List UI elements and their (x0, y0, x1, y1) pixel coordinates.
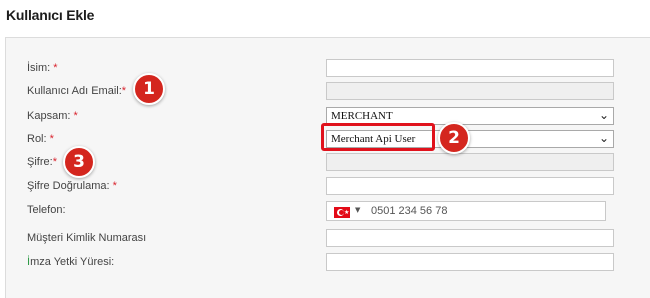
form-row-sifre: Şifre:* (6, 153, 650, 173)
musteri-label: Müşteri Kimlik Numarası (27, 232, 147, 244)
chevron-down-icon: ⌄ (598, 131, 609, 145)
telefon-placeholder: 0501 234 56 78 (371, 205, 448, 217)
musteri-input[interactable] (326, 229, 614, 247)
step-badge-1: 1 (133, 73, 165, 105)
sifre-dogrulama-label: Şifre Doğrulama: * (27, 180, 117, 192)
form-row-imza: İmza Yetki Yüresi: (6, 253, 650, 273)
kapsam-label: Kapsam: * (27, 110, 78, 122)
step-badge-3: 3 (63, 146, 95, 178)
imza-input[interactable] (326, 253, 614, 271)
page-title: Kullanıcı Ekle (6, 7, 95, 23)
isim-input[interactable] (326, 59, 614, 77)
sifre-input[interactable] (326, 153, 614, 171)
isim-label: İsim: * (27, 62, 58, 74)
email-input[interactable] (326, 82, 614, 100)
telefon-label: Telefon: (27, 204, 66, 216)
rol-highlight-box (321, 123, 435, 151)
form-row-sifre-dogrulama: Şifre Doğrulama: * (6, 177, 650, 197)
turkey-flag-icon[interactable]: ★ (334, 207, 350, 218)
form-row-email: Kullanıcı Adı Email:* (6, 82, 650, 102)
form-row-isim: İsim: * (6, 59, 650, 79)
step-badge-2: 2 (438, 122, 470, 154)
chevron-down-icon: ⌄ (598, 108, 609, 122)
email-label: Kullanıcı Adı Email:* (27, 85, 127, 97)
user-form-panel: İsim: * Kullanıcı Adı Email:* Kapsam: * … (5, 37, 650, 298)
telefon-input[interactable]: ★ ▼ 0501 234 56 78 (326, 201, 606, 221)
sifre-dogrulama-input[interactable] (326, 177, 614, 195)
form-row-musteri: Müşteri Kimlik Numarası (6, 229, 650, 249)
imza-label: İmza Yetki Yüresi: (27, 256, 115, 268)
kapsam-select-value: MERCHANT (331, 110, 393, 122)
caret-down-icon[interactable]: ▼ (355, 206, 360, 214)
sifre-label: Şifre:* (27, 156, 57, 168)
rol-label: Rol: * (27, 133, 54, 145)
